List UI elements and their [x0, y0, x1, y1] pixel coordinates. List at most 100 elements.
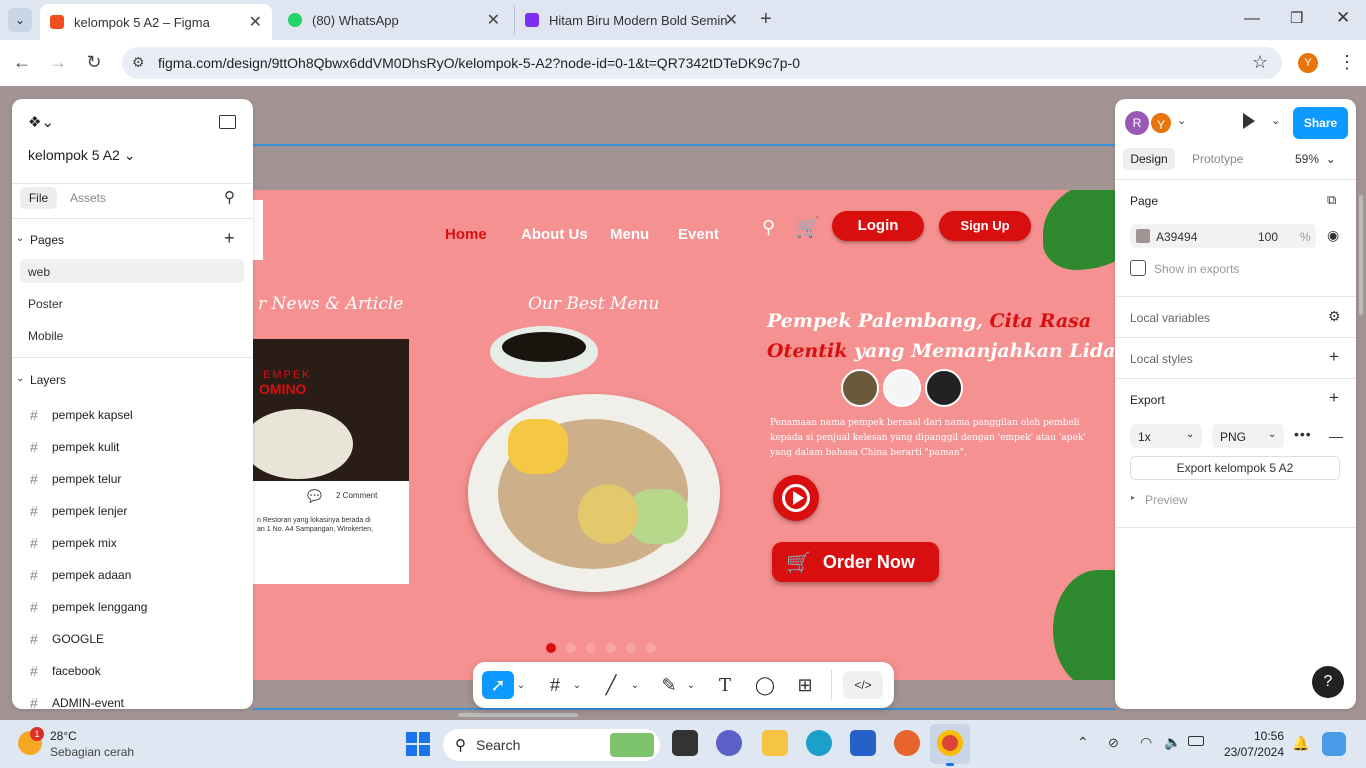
taskbar-search[interactable]: ⚲ Search: [443, 729, 660, 761]
weather-desc[interactable]: Sebagian cerah: [50, 745, 134, 759]
chevron-down-icon[interactable]: ⌄: [1271, 114, 1280, 127]
fill-opacity[interactable]: 100: [1258, 230, 1278, 244]
edge-icon[interactable]: [806, 730, 832, 756]
carousel-dot[interactable]: [586, 643, 596, 653]
forward-icon[interactable]: →: [46, 52, 70, 73]
export-options-icon[interactable]: •••: [1294, 426, 1312, 442]
copilot-icon[interactable]: [1322, 732, 1346, 756]
reload-icon[interactable]: ↻: [82, 52, 106, 73]
meet-icon[interactable]: [716, 730, 742, 756]
nav-event[interactable]: Event: [678, 226, 719, 243]
export-scale-select[interactable]: 1x ⌄: [1130, 424, 1202, 448]
search-icon[interactable]: ⚲: [224, 188, 235, 206]
collaborator-avatar[interactable]: R: [1125, 111, 1149, 135]
chevron-down-icon[interactable]: ⌄: [515, 671, 527, 699]
remove-export-icon[interactable]: —: [1329, 428, 1343, 444]
layer-item[interactable]: # pempek lenggang: [30, 599, 147, 615]
nav-home[interactable]: Home: [445, 226, 487, 243]
carousel-dot[interactable]: [646, 643, 656, 653]
chevron-down-icon[interactable]: ⌄: [685, 671, 697, 699]
window-close-icon[interactable]: ✕: [1336, 8, 1350, 28]
signup-button[interactable]: Sign Up: [939, 211, 1031, 241]
export-button[interactable]: Export kelompok 5 A2: [1130, 456, 1340, 480]
task-view-icon[interactable]: [672, 730, 698, 756]
site-info-icon[interactable]: ⚙: [132, 54, 145, 71]
nav-about[interactable]: About Us: [521, 226, 588, 243]
bookmark-star-icon[interactable]: ☆: [1252, 52, 1268, 73]
layer-item[interactable]: # pempek mix: [30, 535, 117, 551]
wifi-icon[interactable]: ◠: [1140, 734, 1152, 751]
add-style-icon[interactable]: +: [1329, 347, 1339, 367]
close-tab-icon[interactable]: ✕: [725, 10, 738, 30]
store-icon[interactable]: [850, 730, 876, 756]
login-button[interactable]: Login: [832, 211, 924, 241]
carousel-dot[interactable]: [566, 643, 576, 653]
page-item-poster[interactable]: Poster: [28, 297, 63, 311]
chevron-up-icon[interactable]: ⌃: [1077, 734, 1089, 751]
layer-item[interactable]: # pempek telur: [30, 471, 121, 487]
browser-menu-icon[interactable]: ⋮: [1338, 52, 1356, 73]
tab-whatsapp[interactable]: (80) WhatsApp ✕: [278, 6, 510, 34]
restore-icon[interactable]: ❐: [1290, 9, 1303, 27]
export-format-select[interactable]: PNG ⌄: [1212, 424, 1284, 448]
page-styles-icon[interactable]: ⧉: [1327, 192, 1336, 208]
news-card[interactable]: EMPEK OMINO 💬 2 Comment n Restoran yang …: [243, 339, 409, 584]
variables-settings-icon[interactable]: ⚙: [1328, 308, 1341, 325]
tab-search-button[interactable]: ⌄: [8, 8, 32, 32]
clock-date[interactable]: 23/07/2024: [1220, 745, 1284, 759]
layer-item[interactable]: # pempek lenjer: [30, 503, 127, 519]
chevron-right-icon[interactable]: ▸: [1131, 493, 1135, 502]
line-tool-icon[interactable]: ╱: [597, 671, 625, 699]
chevron-down-icon[interactable]: ⌄: [16, 373, 24, 384]
fill-hex[interactable]: A39494: [1156, 230, 1197, 244]
carousel-dot[interactable]: [626, 643, 636, 653]
add-export-icon[interactable]: +: [1329, 388, 1339, 408]
toggle-sidebar-icon[interactable]: [219, 115, 236, 129]
layer-item[interactable]: # facebook: [30, 663, 101, 679]
present-icon[interactable]: [1243, 113, 1255, 129]
fill-field[interactable]: A39494 100 %: [1130, 224, 1316, 248]
tab-file[interactable]: File: [20, 187, 57, 209]
layer-item[interactable]: # pempek kulit: [30, 439, 119, 455]
vertical-scrollbar[interactable]: [1359, 195, 1363, 315]
collaborator-avatar[interactable]: Y: [1149, 111, 1173, 135]
carousel-dot[interactable]: [606, 643, 616, 653]
order-now-button[interactable]: 🛒 Order Now: [772, 542, 939, 582]
layer-item[interactable]: # pempek kapsel: [30, 407, 133, 423]
carousel-dot-active[interactable]: [546, 643, 556, 653]
fill-swatch[interactable]: [1136, 229, 1150, 243]
search-icon[interactable]: ⚲: [762, 217, 775, 238]
notification-bell-icon[interactable]: 🔔: [1292, 735, 1309, 752]
preview-toggle[interactable]: Preview: [1145, 493, 1188, 507]
windows-start-icon[interactable]: [406, 732, 430, 756]
show-in-exports-checkbox[interactable]: [1130, 260, 1146, 276]
page-item-web[interactable]: web: [28, 265, 50, 279]
dev-mode-icon[interactable]: </>: [843, 671, 883, 699]
chevron-down-icon[interactable]: ⌄: [16, 233, 24, 244]
chevron-down-icon[interactable]: ⌄: [629, 671, 641, 699]
weather-temp[interactable]: 28°C: [50, 729, 77, 743]
comment-tool-icon[interactable]: ◯: [751, 671, 779, 699]
close-tab-icon[interactable]: ✕: [487, 10, 500, 30]
page-item-mobile[interactable]: Mobile: [28, 329, 63, 343]
layer-item[interactable]: # ADMIN-event: [30, 695, 124, 711]
close-tab-icon[interactable]: ✕: [249, 12, 262, 32]
clock-time[interactable]: 10:56: [1248, 729, 1284, 743]
horizontal-scrollbar[interactable]: [458, 713, 578, 717]
figma-menu-icon[interactable]: ❖⌄: [28, 113, 54, 131]
file-name[interactable]: kelompok 5 A2 ⌄: [28, 147, 135, 164]
chevron-down-icon[interactable]: ⌄: [1177, 114, 1186, 127]
tab-assets[interactable]: Assets: [70, 191, 106, 205]
tab-prototype[interactable]: Prototype: [1192, 152, 1243, 166]
battery-icon[interactable]: [1188, 736, 1204, 746]
tab-figma[interactable]: kelompok 5 A2 – Figma ✕: [40, 4, 272, 40]
frame-tool-icon[interactable]: #: [541, 671, 569, 699]
file-explorer-icon[interactable]: [762, 730, 788, 756]
actions-icon[interactable]: ⊞: [791, 671, 819, 699]
pen-tool-icon[interactable]: ✎: [655, 671, 683, 699]
move-tool-icon[interactable]: ➚: [482, 671, 514, 699]
help-button[interactable]: ?: [1312, 666, 1344, 698]
profile-avatar[interactable]: Y: [1298, 53, 1318, 73]
back-icon[interactable]: ←: [10, 52, 34, 73]
add-page-icon[interactable]: +: [224, 228, 235, 249]
